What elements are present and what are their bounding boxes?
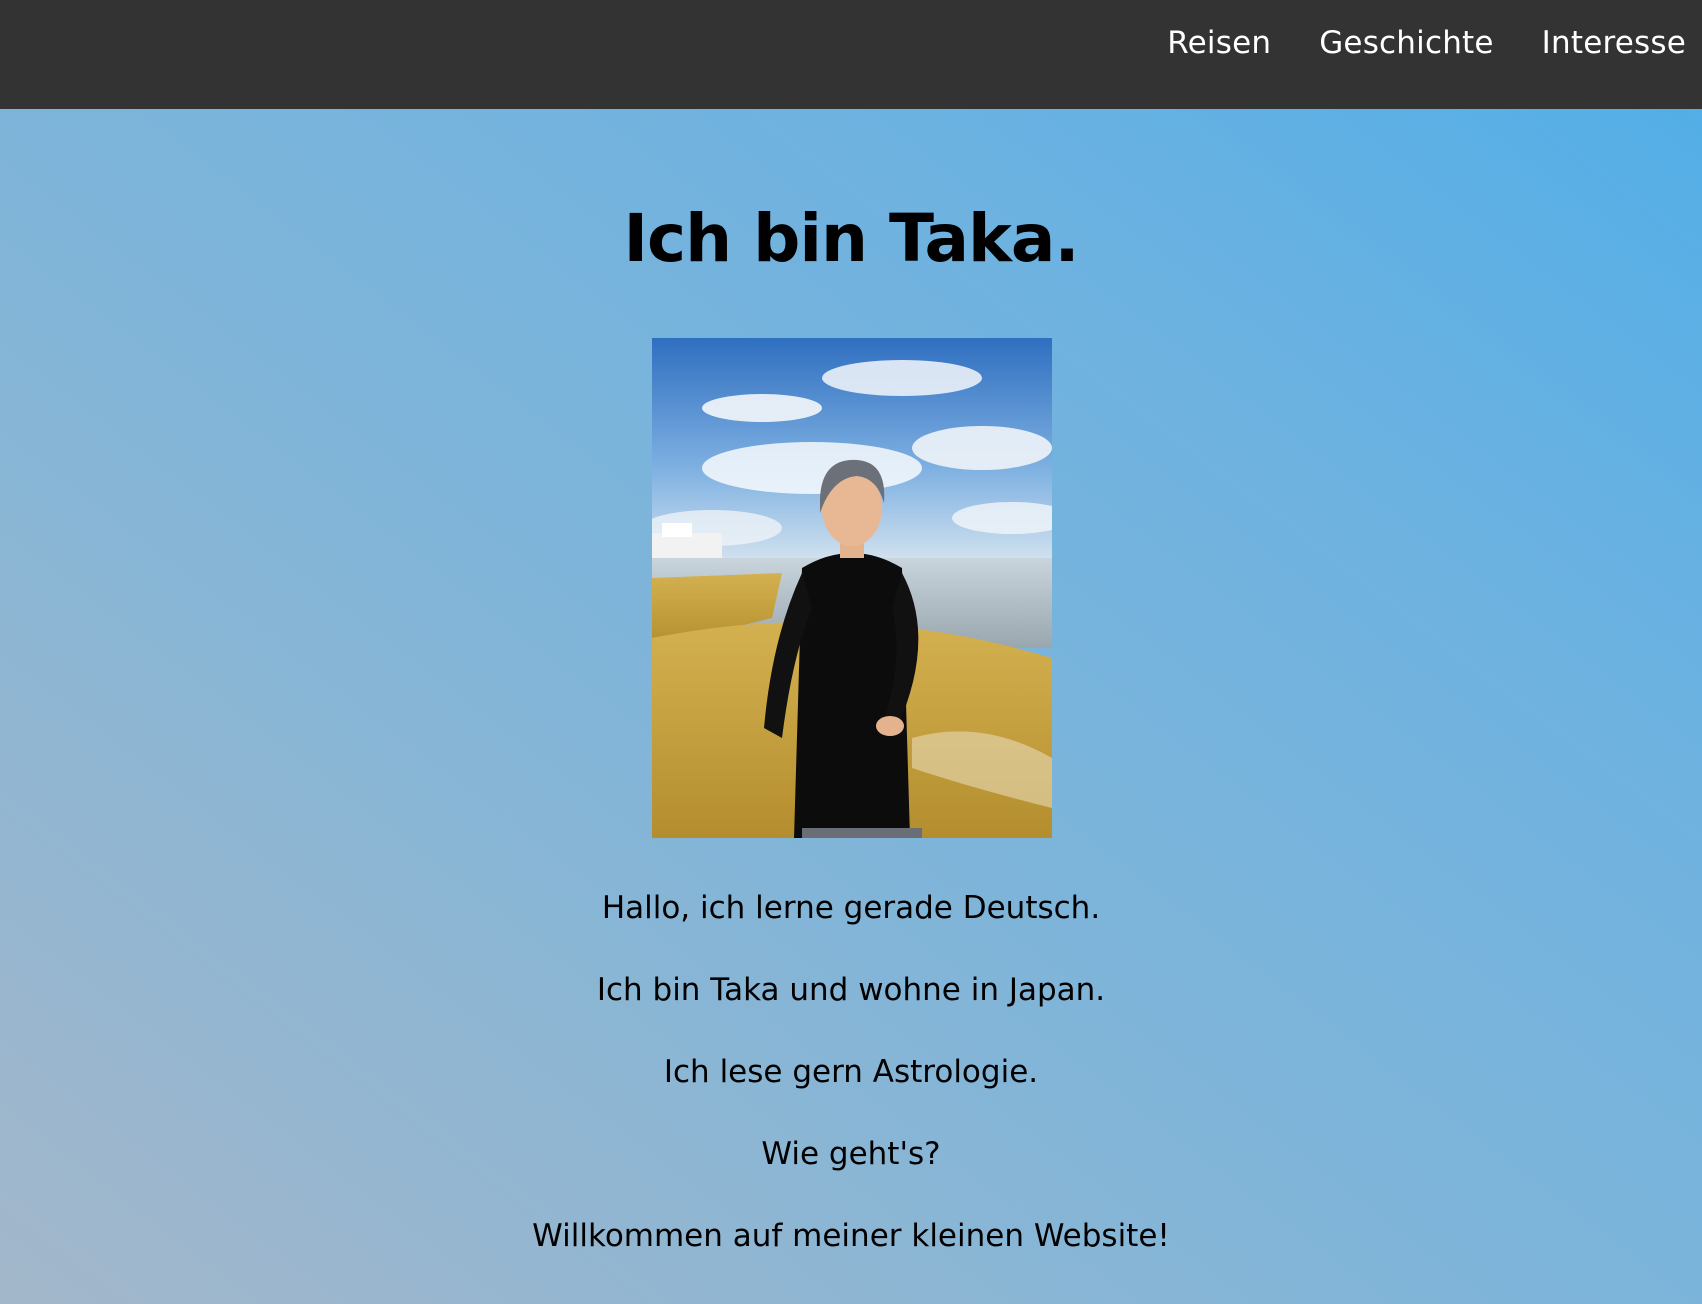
profile-photo — [652, 338, 1052, 838]
nav-link-reisen[interactable]: Reisen — [1167, 25, 1271, 61]
intro-paragraph-3: Ich lese gern Astrologie. — [663, 1054, 1039, 1090]
page-title: Ich bin Taka. — [623, 200, 1079, 277]
nav-link-interesse[interactable]: Interesse — [1542, 25, 1686, 61]
main-nav: Reisen Geschichte Interesse — [1119, 0, 1686, 86]
intro-paragraph-2: Ich bin Taka und wohne in Japan. — [596, 972, 1106, 1008]
intro-paragraph-4: Wie geht's? — [761, 1136, 941, 1172]
intro-paragraph-1: Hallo, ich lerne gerade Deutsch. — [601, 890, 1101, 926]
top-navigation-bar: Reisen Geschichte Interesse — [0, 0, 1702, 109]
intro-paragraph-5: Willkommen auf meiner kleinen Website! — [532, 1218, 1170, 1254]
nav-link-geschichte[interactable]: Geschichte — [1319, 25, 1493, 61]
